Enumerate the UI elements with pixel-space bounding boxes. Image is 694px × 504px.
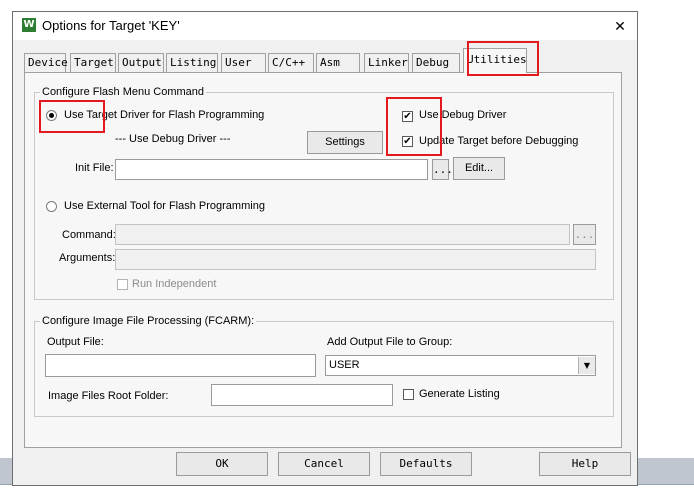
cancel-button[interactable]: Cancel — [278, 452, 370, 476]
tab-listing[interactable]: Listing — [166, 53, 218, 72]
run-independent-label[interactable]: Run Independent — [132, 278, 216, 290]
window-title: Options for Target 'KEY' — [42, 18, 180, 33]
tab-c-cpp[interactable]: C/C++ — [268, 53, 314, 72]
generate-listing-checkbox[interactable] — [403, 389, 414, 400]
command-browse-button[interactable]: ... — [573, 224, 596, 245]
command-input[interactable] — [115, 224, 570, 245]
init-file-browse-button[interactable]: ... — [432, 159, 453, 180]
init-file-label: Init File: — [75, 162, 114, 174]
flash-group-title: Configure Flash Menu Command — [40, 86, 207, 98]
close-icon[interactable]: ✕ — [612, 19, 628, 35]
tab-linker[interactable]: Linker — [364, 53, 409, 72]
defaults-button[interactable]: Defaults — [380, 452, 472, 476]
root-folder-label: Image Files Root Folder: — [48, 390, 169, 402]
output-file-input[interactable] — [45, 354, 316, 377]
arguments-label: Arguments: — [59, 252, 116, 264]
highlight-box-debug-options — [386, 97, 442, 156]
update-target-label[interactable]: Update Target before Debugging — [419, 135, 578, 147]
tab-debug[interactable]: Debug — [412, 53, 460, 72]
edit-button[interactable]: Edit... — [453, 157, 505, 180]
chevron-down-icon[interactable]: ▼ — [578, 357, 595, 374]
ok-button[interactable]: OK — [176, 452, 268, 476]
tab-asm[interactable]: Asm — [316, 53, 360, 72]
use-external-tool-radio[interactable] — [46, 201, 57, 212]
tab-device[interactable]: Device — [24, 53, 68, 72]
flash-driver-select[interactable]: --- Use Debug Driver --- — [115, 133, 231, 145]
root-folder-input[interactable] — [211, 384, 393, 406]
use-external-tool-label[interactable]: Use External Tool for Flash Programming — [64, 200, 265, 212]
tab-output[interactable]: Output — [118, 53, 164, 72]
add-output-group-label: Add Output File to Group: — [327, 336, 453, 348]
command-label: Command: — [62, 229, 116, 241]
arguments-input[interactable] — [115, 249, 596, 270]
highlight-box-utilities-tab — [467, 41, 539, 76]
run-independent-checkbox[interactable] — [117, 279, 128, 290]
highlight-box-target-driver — [39, 100, 105, 133]
settings-button[interactable]: Settings — [307, 131, 383, 154]
group-select[interactable]: USER — [325, 355, 596, 376]
output-file-label: Output File: — [47, 336, 104, 348]
tab-target[interactable]: Target — [70, 53, 116, 72]
generate-listing-label[interactable]: Generate Listing — [419, 388, 500, 400]
tab-user[interactable]: User — [221, 53, 266, 72]
image-group-title: Configure Image File Processing (FCARM): — [40, 315, 257, 327]
help-button[interactable]: Help — [539, 452, 631, 476]
init-file-input[interactable] — [115, 159, 428, 180]
app-icon: W — [22, 18, 36, 32]
